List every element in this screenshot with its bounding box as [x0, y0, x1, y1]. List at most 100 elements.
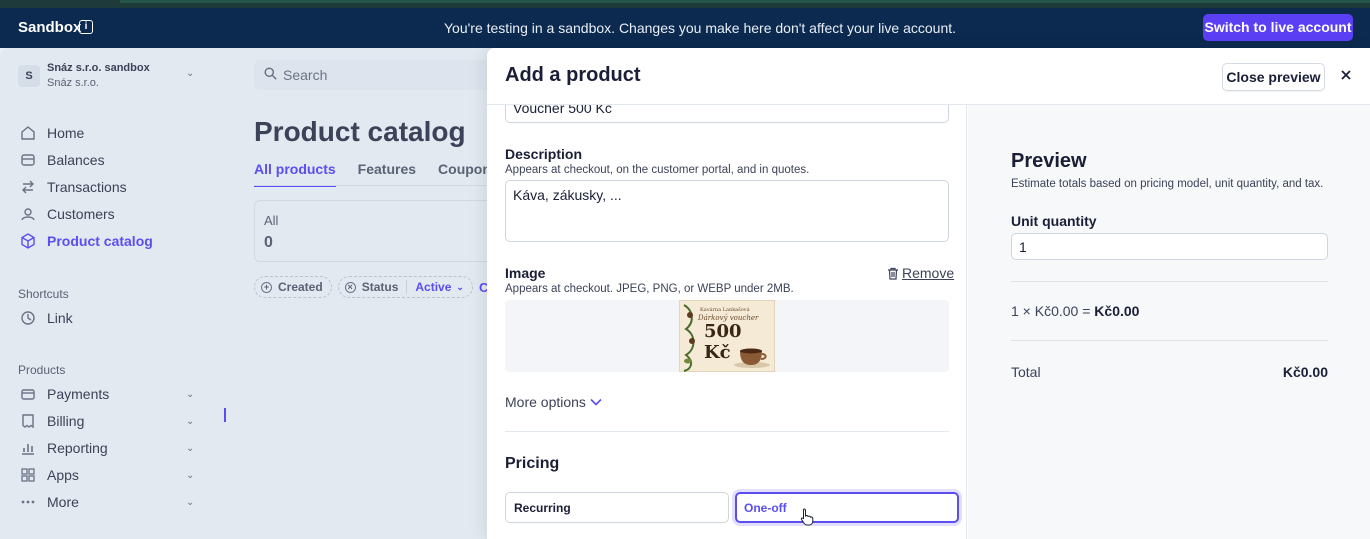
image-help: Appears at checkout. JPEG, PNG, or WEBP … — [505, 283, 794, 295]
tabs-divider — [254, 185, 486, 186]
image-label: Image — [505, 265, 546, 281]
total-value: Kč0.00 — [1282, 364, 1328, 380]
sidebar-item-label: Transactions — [47, 179, 127, 195]
preview-title: Preview — [1011, 150, 1087, 172]
sidebar-item-home[interactable]: Home — [20, 123, 84, 143]
description-help: Appears at checkout, on the customer por… — [505, 164, 810, 176]
top-strip-bar — [120, 0, 1370, 3]
sidebar-item-payments[interactable]: Payments ⌄ — [20, 384, 194, 404]
sidebar-item-label: More — [47, 494, 79, 510]
sandbox-banner: Sandbox i You're testing in a sandbox. C… — [0, 8, 1370, 48]
shortcut-label: Link — [47, 310, 73, 326]
more-icon — [21, 500, 35, 504]
stat-label: All — [264, 213, 279, 228]
filter-status-label: Status — [361, 280, 399, 294]
search-icon — [264, 67, 277, 80]
voucher-line1: Kavárna Lankašová — [700, 307, 750, 313]
description-textarea[interactable]: Káva, zákusky, ... — [505, 180, 949, 242]
sidebar-item-label: Reporting — [47, 440, 108, 456]
chevron-down-icon: ⌄ — [186, 442, 195, 454]
modal-header: Add a product Close preview — [487, 48, 1370, 105]
preview-subtitle: Estimate totals based on pricing model, … — [1011, 178, 1324, 190]
sidebar-item-label: Balances — [47, 152, 105, 168]
text-cursor-mark — [224, 408, 226, 422]
tab-features[interactable]: Features — [358, 161, 416, 187]
sidebar-item-product-catalog[interactable]: Product catalog — [20, 231, 153, 251]
filter-created-label: Created — [278, 280, 323, 294]
filter-status-value: Active — [406, 280, 451, 294]
sidebar-item-label: Apps — [47, 467, 79, 483]
home-icon — [21, 126, 35, 140]
account-name: Snáz s.r.o. sandbox — [47, 62, 150, 74]
chevron-down-icon: ⌄ — [186, 388, 195, 400]
top-strip — [0, 0, 1370, 8]
total-label: Total — [1011, 364, 1041, 380]
stat-card-all[interactable]: All 0 — [254, 200, 494, 262]
sandbox-message: You're testing in a sandbox. Changes you… — [444, 20, 957, 36]
sidebar-item-label: Product catalog — [47, 233, 153, 249]
switch-to-live-button[interactable]: Switch to live account — [1203, 14, 1353, 41]
unit-quantity-input[interactable]: 1 — [1011, 233, 1328, 260]
close-preview-button[interactable]: Close preview — [1222, 63, 1325, 91]
clock-icon — [21, 311, 35, 325]
tab-all-products[interactable]: All products — [254, 161, 336, 187]
stat-value: 0 — [264, 234, 273, 251]
remove-image-button[interactable]: Remove — [887, 265, 954, 281]
product-form: Voucher 500 Kč Description Appears at ch… — [487, 97, 967, 539]
pricing-one-off-option[interactable]: One-off — [735, 492, 959, 523]
account-sub: Snáz s.r.o. — [47, 77, 99, 89]
balances-icon — [21, 154, 35, 166]
price-calculation: 1 × Kč0.00 = Kč0.00 — [1011, 303, 1139, 319]
reporting-icon — [22, 444, 34, 455]
transactions-icon — [22, 180, 34, 194]
pricing-title: Pricing — [505, 455, 560, 472]
sandbox-label: Sandbox — [18, 19, 82, 36]
chevron-down-icon: ⌄ — [186, 496, 195, 508]
chevron-down-icon: ⌄ — [186, 415, 195, 427]
coffee-cup-icon — [734, 348, 770, 368]
customers-icon — [21, 208, 35, 221]
sidebar-item-balances[interactable]: Balances — [20, 150, 105, 170]
info-icon[interactable]: i — [79, 20, 93, 34]
product-icon — [21, 233, 35, 249]
more-options-toggle[interactable]: More options — [505, 394, 602, 410]
preview-divider — [1011, 281, 1328, 282]
sidebar-item-label: Home — [47, 125, 85, 141]
chevron-down-icon: ⌄ — [186, 469, 195, 481]
filter-status[interactable]: × Status Active ⌄ — [337, 276, 473, 298]
pricing-recurring-option[interactable]: Recurring — [505, 492, 729, 523]
products-label: Products — [18, 363, 66, 377]
sidebar-item-more[interactable]: More ⌄ — [20, 492, 194, 512]
billing-icon — [22, 414, 34, 429]
filter-bar: +Created ×StatusActive⌄ Cle — [254, 276, 499, 298]
shortcuts-label: Shortcuts — [18, 287, 69, 301]
shortcut-item-link[interactable]: Link — [20, 308, 73, 328]
sidebar-item-label: Customers — [47, 206, 115, 222]
filter-created[interactable]: + Created — [254, 276, 332, 298]
chevron-down-icon — [590, 398, 602, 406]
x-circle-icon: × — [344, 281, 356, 293]
page-title: Product catalog — [254, 116, 466, 147]
trash-icon — [888, 267, 898, 280]
add-product-modal: Add a product Close preview Voucher 500 … — [487, 48, 1370, 539]
modal-title: Add a product — [505, 64, 641, 86]
sidebar-item-billing[interactable]: Billing ⌄ — [20, 411, 194, 431]
sidebar-item-label: Payments — [47, 386, 110, 402]
payments-icon — [21, 389, 35, 400]
sidebar-item-customers[interactable]: Customers — [20, 204, 115, 224]
remove-label: Remove — [902, 265, 955, 281]
catalog-tabs: All products Features Coupons — [254, 161, 521, 187]
sidebar-item-reporting[interactable]: Reporting ⌄ — [20, 438, 194, 458]
close-icon[interactable] — [1338, 67, 1354, 83]
sidebar-item-apps[interactable]: Apps ⌄ — [20, 465, 194, 485]
calc-result: Kč0.00 — [1094, 303, 1140, 319]
preview-divider — [1011, 340, 1328, 341]
search-input[interactable]: Search — [254, 60, 494, 90]
preview-panel: Preview Estimate totals based on pricing… — [968, 105, 1370, 539]
chevron-down-icon: ⌄ — [456, 281, 464, 292]
voucher-image: Kavárna Lankašová Dárkový voucher 500 Kč — [679, 300, 775, 372]
section-divider — [505, 431, 949, 432]
sidebar-item-transactions[interactable]: Transactions — [20, 177, 127, 197]
sidebar-item-label: Billing — [47, 413, 85, 429]
image-dropzone[interactable]: Kavárna Lankašová Dárkový voucher 500 Kč — [505, 300, 949, 372]
